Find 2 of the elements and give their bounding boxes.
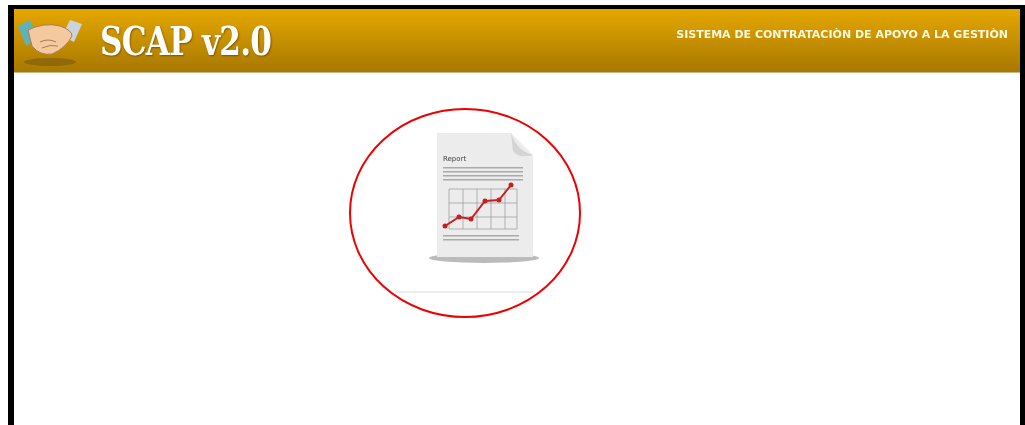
app-title: SCAP v2.0 bbox=[100, 17, 272, 64]
app-subtitle: SISTEMA DE CONTRATACIÒN DE APOYO A LA GESTIÒN bbox=[676, 28, 1008, 41]
